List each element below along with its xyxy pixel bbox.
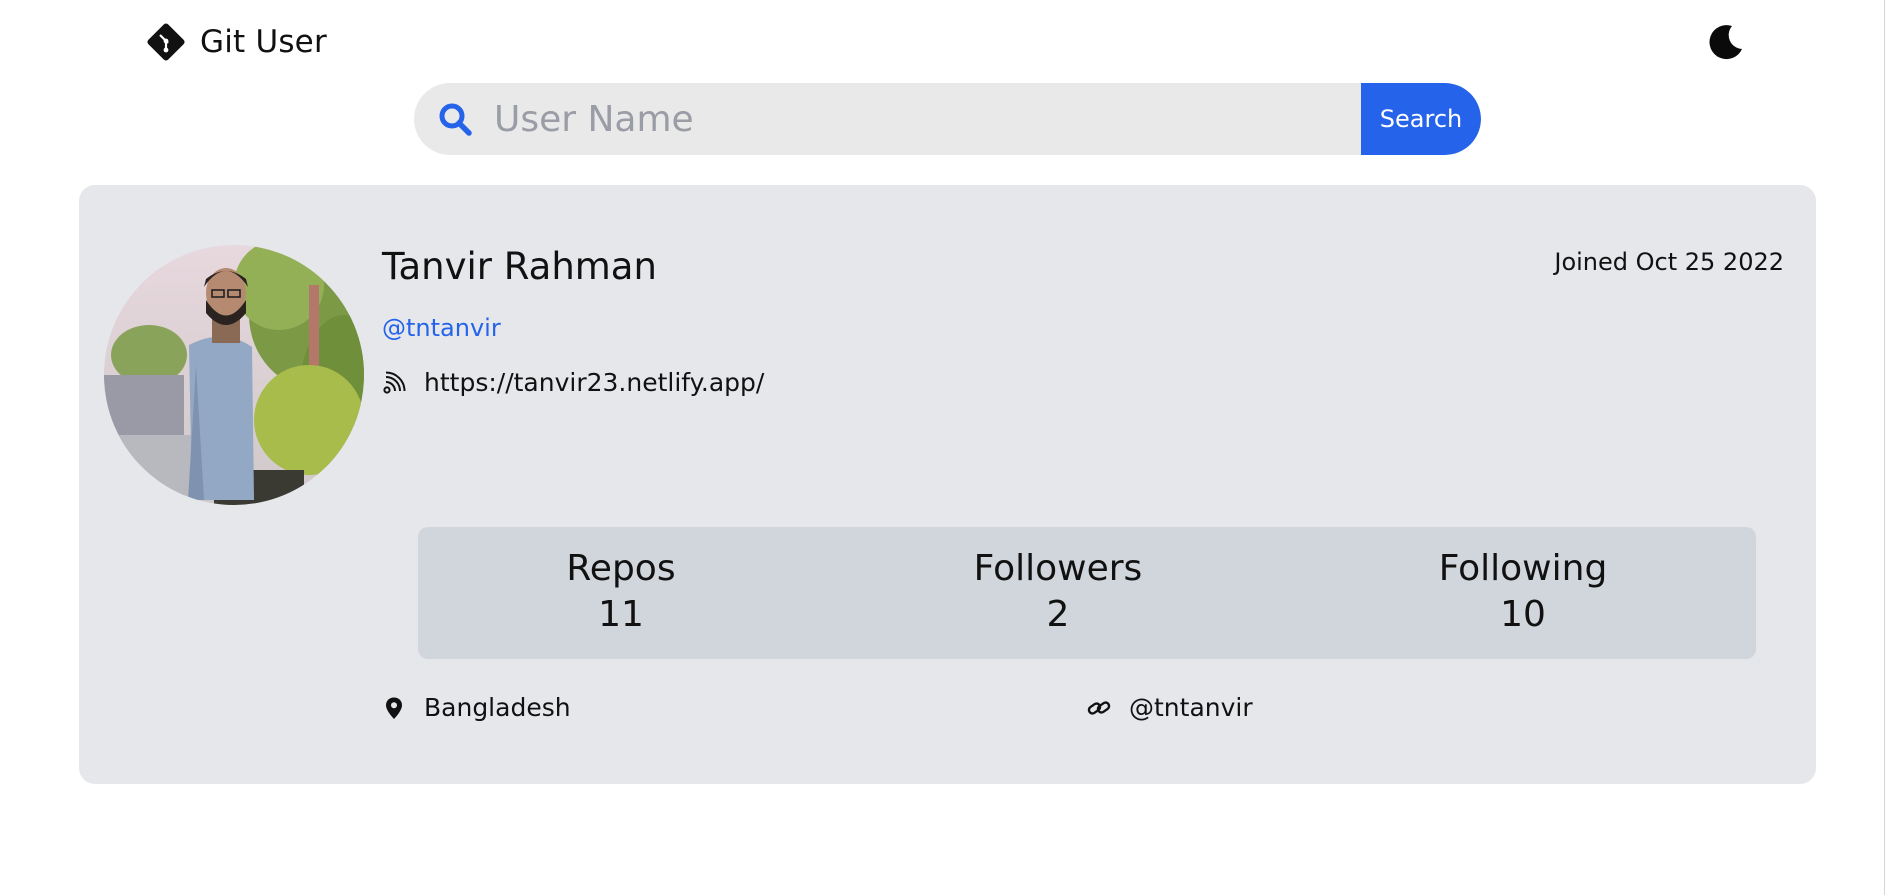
search-button[interactable]: Search <box>1361 83 1481 155</box>
link-icon <box>1087 696 1111 720</box>
stat-label: Repos <box>566 548 676 589</box>
avatar <box>104 245 364 505</box>
user-name: Tanvir Rahman <box>382 245 657 288</box>
theme-toggle-button[interactable] <box>1706 22 1746 62</box>
stat-label: Followers <box>973 548 1143 589</box>
blog-link[interactable]: https://tanvir23.netlify.app/ <box>424 368 764 397</box>
moon-icon <box>1706 22 1746 62</box>
search-bar: Search <box>414 83 1481 155</box>
map-pin-icon <box>382 696 406 720</box>
stat-value: 11 <box>598 594 644 635</box>
rss-icon <box>382 371 406 395</box>
user-login-link[interactable]: @tntanvir <box>382 314 501 342</box>
joined-date: Joined Oct 25 2022 <box>1554 248 1784 276</box>
stat-followers: Followers 2 <box>974 547 1143 639</box>
stat-value: 10 <box>1500 594 1546 635</box>
stats-panel: Repos 11 Followers 2 Following 10 <box>418 527 1756 659</box>
brand-name: Git User <box>200 24 327 60</box>
stat-repos: Repos 11 <box>566 547 675 639</box>
search-input[interactable] <box>492 83 1361 155</box>
page-scrollbar[interactable] <box>1884 0 1899 895</box>
brand[interactable]: Git User <box>146 22 327 62</box>
git-diamond-icon <box>146 22 186 62</box>
stat-value: 2 <box>1046 594 1070 635</box>
location-text: Bangladesh <box>424 693 571 722</box>
search-icon <box>438 102 472 136</box>
social-link[interactable]: @tntanvir <box>1129 693 1253 722</box>
social-row: @tntanvir <box>1087 693 1253 722</box>
location-row: Bangladesh <box>382 693 571 722</box>
stat-following: Following 10 <box>1439 547 1608 639</box>
stat-label: Following <box>1438 548 1608 589</box>
blog-row: https://tanvir23.netlify.app/ <box>382 368 764 397</box>
